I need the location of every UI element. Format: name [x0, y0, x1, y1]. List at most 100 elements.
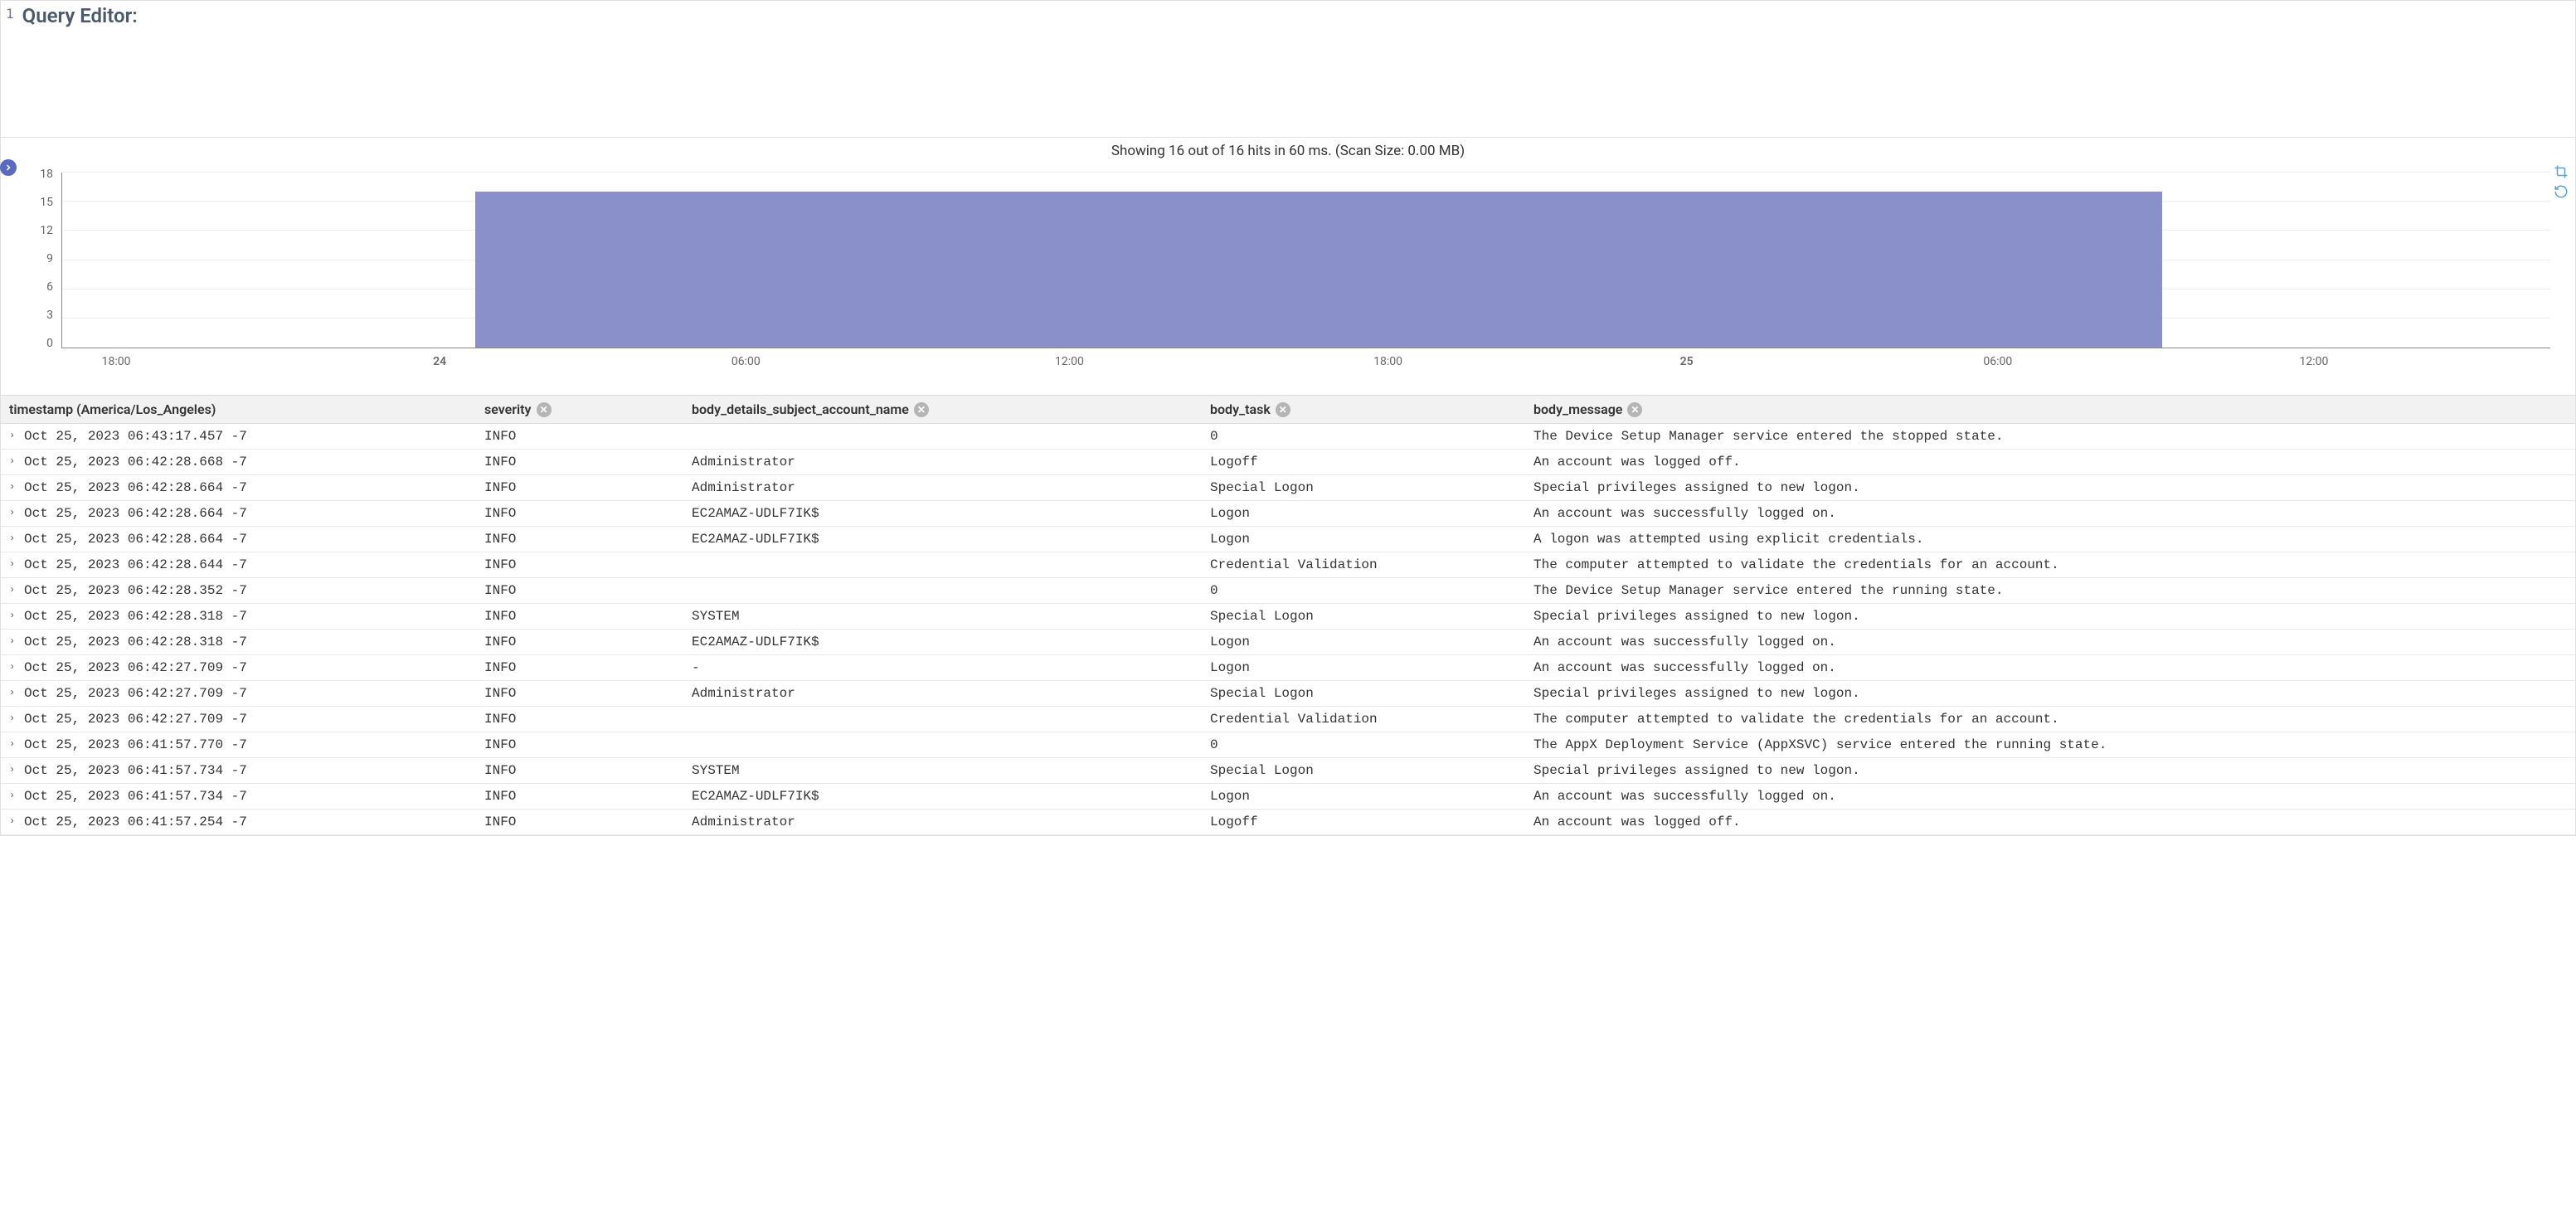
column-label: body_message [1533, 401, 1622, 417]
chart-plot-area[interactable] [61, 173, 2550, 348]
cell-account-name: EC2AMAZ-UDLF7IK$ [685, 501, 1203, 526]
editor-title: Query Editor: [17, 2, 143, 29]
table-row[interactable]: ›Oct 25, 2023 06:42:28.318 -7INFOSYSTEMS… [1, 604, 2575, 630]
cell-severity: INFO [478, 810, 685, 834]
remove-column-icon[interactable]: ✕ [1627, 402, 1642, 417]
expand-row-icon[interactable]: › [9, 533, 15, 544]
expand-row-icon[interactable]: › [9, 712, 15, 724]
histogram-chart[interactable]: 1815129630 18:002406:0012:0018:002506:00… [1, 164, 2575, 395]
y-tick-label: 12 [30, 224, 53, 237]
x-tick-label: 24 [433, 355, 446, 368]
cell-account-name: Administrator [685, 450, 1203, 474]
expand-row-icon[interactable]: › [9, 430, 15, 441]
cell-message: A logon was attempted using explicit cre… [1527, 527, 2575, 552]
expand-row-icon[interactable]: › [9, 584, 15, 596]
expand-row-icon[interactable]: › [9, 558, 15, 570]
query-editor[interactable]: 1 Query Editor: [1, 1, 2575, 138]
expand-toggle-button[interactable] [0, 159, 17, 176]
expand-row-icon[interactable]: › [9, 507, 15, 518]
column-label: timestamp (America/Los_Angeles) [9, 401, 216, 417]
cell-account-name: Administrator [685, 810, 1203, 834]
cell-account-name: Administrator [685, 681, 1203, 706]
remove-column-icon[interactable]: ✕ [537, 402, 552, 417]
cell-timestamp: ›Oct 25, 2023 06:41:57.734 -7 [1, 784, 478, 809]
table-row[interactable]: ›Oct 25, 2023 06:42:27.709 -7INFOCredent… [1, 707, 2575, 732]
column-header-message[interactable]: body_message ✕ [1527, 396, 2575, 423]
y-tick-label: 6 [30, 280, 53, 294]
cell-account-name: - [685, 655, 1203, 680]
column-header-account-name[interactable]: body_details_subject_account_name ✕ [685, 396, 1203, 423]
table-row[interactable]: ›Oct 25, 2023 06:42:28.664 -7INFOEC2AMAZ… [1, 501, 2575, 527]
cell-timestamp: ›Oct 25, 2023 06:42:28.318 -7 [1, 604, 478, 629]
table-header: timestamp (America/Los_Angeles) severity… [1, 395, 2575, 424]
table-row[interactable]: ›Oct 25, 2023 06:43:17.457 -7INFO0The De… [1, 424, 2575, 450]
crop-icon[interactable] [2554, 164, 2569, 179]
table-row[interactable]: ›Oct 25, 2023 06:42:28.668 -7INFOAdminis… [1, 450, 2575, 475]
table-row[interactable]: ›Oct 25, 2023 06:42:28.318 -7INFOEC2AMAZ… [1, 630, 2575, 655]
expand-row-icon[interactable]: › [9, 687, 15, 698]
cell-task: Credential Validation [1203, 707, 1527, 732]
cell-task: Logoff [1203, 810, 1527, 834]
chart-x-axis: 18:002406:0012:0018:002506:0012:00 [61, 355, 2550, 372]
histogram-bar[interactable] [475, 192, 2162, 348]
table-row[interactable]: ›Oct 25, 2023 06:41:57.734 -7INFOEC2AMAZ… [1, 784, 2575, 810]
table-row[interactable]: ›Oct 25, 2023 06:41:57.734 -7INFOSYSTEMS… [1, 758, 2575, 784]
cell-timestamp: ›Oct 25, 2023 06:42:28.352 -7 [1, 578, 478, 603]
expand-row-icon[interactable]: › [9, 635, 15, 647]
expand-row-icon[interactable]: › [9, 790, 15, 801]
results-table: timestamp (America/Los_Angeles) severity… [1, 395, 2575, 835]
cell-severity: INFO [478, 732, 685, 757]
table-row[interactable]: ›Oct 25, 2023 06:41:57.770 -7INFO0The Ap… [1, 732, 2575, 758]
column-label: severity [484, 401, 532, 417]
table-row[interactable]: ›Oct 25, 2023 06:41:57.254 -7INFOAdminis… [1, 810, 2575, 835]
cell-severity: INFO [478, 450, 685, 474]
table-row[interactable]: ›Oct 25, 2023 06:42:27.709 -7INFOAdminis… [1, 681, 2575, 707]
table-row[interactable]: ›Oct 25, 2023 06:42:28.644 -7INFOCredent… [1, 552, 2575, 578]
cell-severity: INFO [478, 655, 685, 680]
cell-severity: INFO [478, 424, 685, 449]
column-header-timestamp[interactable]: timestamp (America/Los_Angeles) [1, 396, 478, 423]
cell-timestamp: ›Oct 25, 2023 06:41:57.770 -7 [1, 732, 478, 757]
cell-timestamp: ›Oct 25, 2023 06:42:28.664 -7 [1, 475, 478, 500]
chart-y-axis: 1815129630 [30, 168, 58, 350]
cell-account-name: EC2AMAZ-UDLF7IK$ [685, 630, 1203, 654]
expand-row-icon[interactable]: › [9, 738, 15, 750]
expand-row-icon[interactable]: › [9, 455, 15, 467]
table-row[interactable]: ›Oct 25, 2023 06:42:28.664 -7INFOEC2AMAZ… [1, 527, 2575, 552]
expand-row-icon[interactable]: › [9, 815, 15, 827]
cell-account-name: EC2AMAZ-UDLF7IK$ [685, 784, 1203, 809]
cell-task: Credential Validation [1203, 552, 1527, 577]
x-tick-label: 12:00 [1055, 355, 1084, 368]
table-row[interactable]: ›Oct 25, 2023 06:42:28.352 -7INFO0The De… [1, 578, 2575, 604]
cell-account-name [685, 707, 1203, 732]
cell-message: The Device Setup Manager service entered… [1527, 424, 2575, 449]
column-header-task[interactable]: body_task ✕ [1203, 396, 1527, 423]
expand-row-icon[interactable]: › [9, 661, 15, 673]
cell-message: Special privileges assigned to new logon… [1527, 758, 2575, 783]
cell-timestamp: ›Oct 25, 2023 06:42:27.709 -7 [1, 655, 478, 680]
expand-row-icon[interactable]: › [9, 481, 15, 493]
reset-icon[interactable] [2554, 184, 2569, 199]
table-row[interactable]: ›Oct 25, 2023 06:42:28.664 -7INFOAdminis… [1, 475, 2575, 501]
table-body: ›Oct 25, 2023 06:43:17.457 -7INFO0The De… [1, 424, 2575, 835]
cell-message: The Device Setup Manager service entered… [1527, 578, 2575, 603]
cell-severity: INFO [478, 527, 685, 552]
cell-timestamp: ›Oct 25, 2023 06:42:27.709 -7 [1, 681, 478, 706]
x-tick-label: 12:00 [2299, 355, 2328, 368]
cell-severity: INFO [478, 501, 685, 526]
cell-message: An account was successfully logged on. [1527, 655, 2575, 680]
cell-timestamp: ›Oct 25, 2023 06:43:17.457 -7 [1, 424, 478, 449]
line-number: 1 [4, 2, 17, 25]
remove-column-icon[interactable]: ✕ [1276, 402, 1290, 417]
expand-row-icon[interactable]: › [9, 610, 15, 621]
column-header-severity[interactable]: severity ✕ [478, 396, 685, 423]
remove-column-icon[interactable]: ✕ [914, 402, 929, 417]
cell-timestamp: ›Oct 25, 2023 06:42:28.664 -7 [1, 501, 478, 526]
cell-message: An account was logged off. [1527, 810, 2575, 834]
cell-severity: INFO [478, 604, 685, 629]
table-row[interactable]: ›Oct 25, 2023 06:42:27.709 -7INFO-LogonA… [1, 655, 2575, 681]
cell-message: Special privileges assigned to new logon… [1527, 475, 2575, 500]
column-label: body_task [1210, 401, 1271, 417]
expand-row-icon[interactable]: › [9, 764, 15, 776]
cell-task: Logon [1203, 655, 1527, 680]
